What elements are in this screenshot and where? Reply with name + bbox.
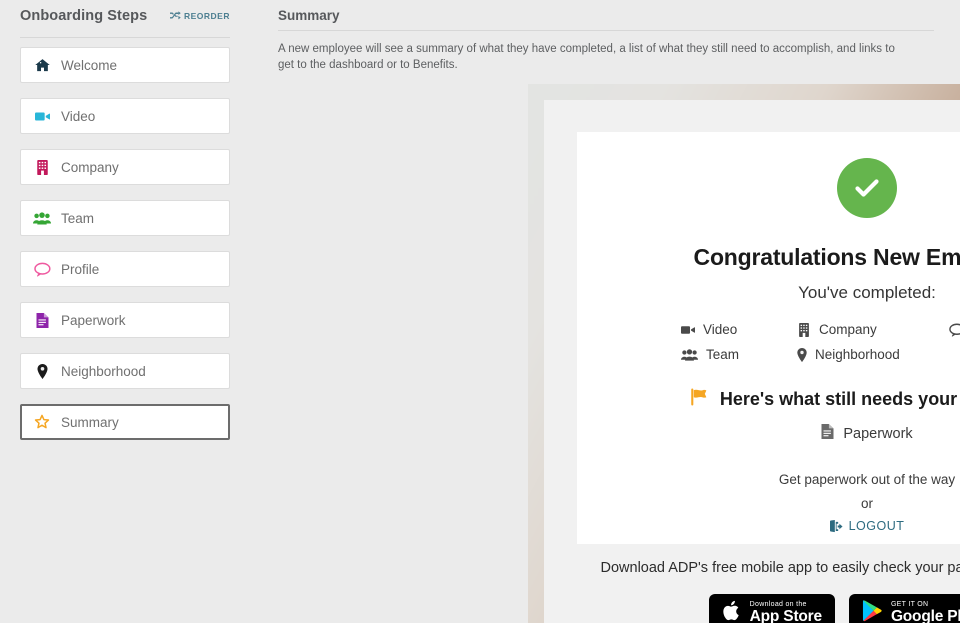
speech-bubble-icon [32,262,52,277]
onboarding-steps-list: Welcome Video Company Team Profile Paperwork N… [0,38,252,440]
reorder-button[interactable]: REORDER [169,10,230,21]
summary-preview-stage: Congratulations New Employee! You've com… [528,84,960,623]
onboarding-steps-sidebar: Onboarding Steps REORDER Welcome Video Com… [0,0,252,623]
sidebar-item-paperwork[interactable]: Paperwork [20,302,230,338]
shuffle-icon [169,11,181,20]
preview-panel: Congratulations New Employee! You've com… [544,100,960,623]
sidebar-item-label: Paperwork [61,312,126,328]
sidebar-item-label: Profile [61,261,100,277]
building-icon [797,322,811,337]
completed-item-label: Neighborhood [815,347,900,362]
logout-link[interactable]: LOGOUT [829,519,905,533]
completed-item-video: Video [681,322,797,337]
document-icon [32,312,52,328]
sidebar-item-label: Company [61,159,119,175]
sign-out-icon [829,519,843,533]
completed-item-label: Company [819,322,877,337]
sidebar-header: Onboarding Steps REORDER [0,0,252,33]
sidebar-item-company[interactable]: Company [20,149,230,185]
map-pin-icon [797,347,807,362]
home-icon [32,58,52,73]
reorder-label: REORDER [183,10,230,21]
flag-icon [690,388,709,411]
mobile-app-promo: Download ADP's free mobile app to easily… [560,560,960,623]
congratulations-heading: Congratulations New Employee! [693,244,960,270]
logout-label: LOGOUT [848,519,905,533]
completed-item-label: Video [703,322,738,337]
star-icon [32,414,52,430]
attention-title: Here's what still needs your attention: [719,389,960,409]
sidebar-item-label: Welcome [61,57,118,73]
onboarding-summary-page: Onboarding Steps REORDER Welcome Video Com… [0,0,960,623]
pending-item-label: Paperwork [843,425,913,442]
congratulations-card: Congratulations New Employee! You've com… [577,132,960,544]
completed-item-profile: Profile [949,322,960,337]
pending-item-paperwork[interactable]: Paperwork [577,424,960,443]
main-content: Summary A new employee will see a summar… [252,0,960,623]
completed-item-neighborhood: Neighborhood [797,347,949,362]
completed-item-label: Team [706,347,740,362]
google-play-badge-big: Google Play [890,607,960,623]
completed-label: You've completed: [798,283,936,302]
sidebar-item-welcome[interactable]: Welcome [20,47,230,83]
sidebar-item-video[interactable]: Video [20,98,230,134]
completed-item-company: Company [797,322,949,337]
sidebar-item-label: Summary [61,414,119,430]
completed-item-team: Team [681,347,797,362]
people-icon [681,348,698,362]
google-play-badge[interactable]: GET IT ON Google Play [848,594,960,623]
app-store-badge-big: App Store [749,607,822,623]
map-pin-icon [32,363,52,379]
sidebar-item-label: Video [61,108,96,124]
sidebar-title: Onboarding Steps [20,8,148,24]
video-camera-icon [681,323,695,337]
sidebar-item-team[interactable]: Team [20,200,230,236]
speech-bubble-icon [949,323,960,337]
building-icon [32,159,52,175]
people-icon [32,211,52,226]
sidebar-item-summary[interactable]: Summary [20,404,230,440]
apple-logo-icon [722,599,742,623]
sidebar-item-neighborhood[interactable]: Neighborhood [20,353,230,389]
app-store-badge[interactable]: Download on the App Store [708,594,835,623]
sidebar-item-profile[interactable]: Profile [20,251,230,287]
sidebar-item-label: Team [61,210,95,226]
page-title: Summary [278,8,340,23]
pending-items-list: Paperwork [577,424,960,443]
google-play-logo-icon [862,599,883,623]
sidebar-item-label: Neighborhood [61,363,146,379]
attention-header: Here's what still needs your attention: [577,388,960,411]
document-icon [821,424,834,443]
completed-items-grid: Video Company Profile Team Neighborhood [681,322,960,362]
page-description: A new employee will see a summary of wha… [278,43,895,72]
video-camera-icon [32,109,52,124]
promo-text: Download ADP's free mobile app to easily… [600,560,960,576]
cta-text: Get paperwork out of the way [778,472,956,487]
check-circle-icon [837,158,897,218]
app-store-badges: Download on the App Store GET IT ON Goog… [560,594,960,623]
or-text: or [860,496,873,511]
